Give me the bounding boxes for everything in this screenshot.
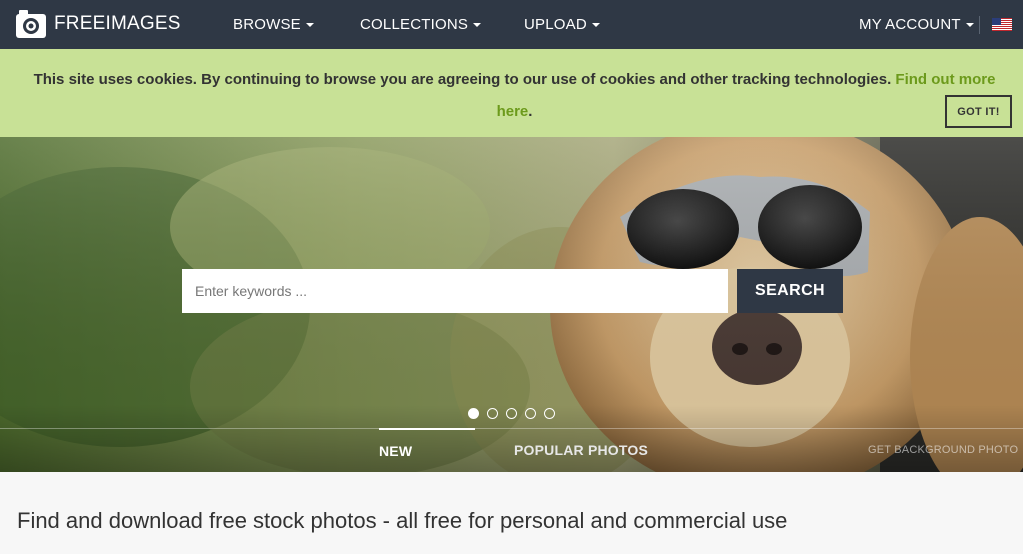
- page-tagline: Find and download free stock photos - al…: [17, 508, 788, 533]
- tab-new-photos[interactable]: NEW PHOTOS: [379, 428, 475, 472]
- nav-browse-label: BROWSE: [233, 16, 301, 33]
- us-flag-icon[interactable]: [992, 18, 1012, 31]
- nav-collections[interactable]: COLLECTIONS: [360, 0, 482, 49]
- caret-down-icon: [591, 23, 600, 28]
- got-it-button[interactable]: GOT IT!: [945, 95, 1012, 128]
- carousel-indicators: [468, 408, 555, 419]
- caret-down-icon: [965, 23, 974, 28]
- cookie-message: This site uses cookies. By continuing to…: [22, 64, 1007, 128]
- nav-upload[interactable]: UPLOAD: [524, 0, 600, 49]
- cookie-period: .: [528, 103, 533, 120]
- carousel-dot-4[interactable]: [525, 408, 536, 419]
- top-navbar: FREEIMAGES BROWSE COLLECTIONS UPLOAD MY …: [0, 0, 1023, 49]
- search-button[interactable]: SEARCH: [737, 269, 843, 313]
- hero-banner: SEARCH NEW PHOTOS POPULAR PHOTOS GET BAC…: [0, 137, 1023, 472]
- carousel-dot-1[interactable]: [468, 408, 479, 419]
- cookie-message-text: This site uses cookies. By continuing to…: [33, 71, 892, 88]
- caret-down-icon: [473, 23, 482, 28]
- carousel-dot-2[interactable]: [487, 408, 498, 419]
- search-input[interactable]: [182, 269, 728, 313]
- logo-text: FREEIMAGES: [54, 13, 181, 34]
- carousel-dot-5[interactable]: [544, 408, 555, 419]
- nav-my-account[interactable]: MY ACCOUNT: [859, 0, 974, 49]
- nav-my-account-label: MY ACCOUNT: [859, 16, 961, 33]
- cookie-banner: This site uses cookies. By continuing to…: [0, 49, 1023, 137]
- nav-collections-label: COLLECTIONS: [360, 16, 469, 33]
- carousel-dot-3[interactable]: [506, 408, 517, 419]
- nav-upload-label: UPLOAD: [524, 16, 587, 33]
- tab-popular-photos[interactable]: POPULAR PHOTOS: [514, 428, 648, 472]
- nav-browse[interactable]: BROWSE: [233, 0, 314, 49]
- tabs-divider: [0, 428, 1023, 429]
- camera-icon: [16, 10, 46, 38]
- nav-divider: [979, 16, 980, 34]
- site-logo[interactable]: FREEIMAGES: [16, 9, 181, 39]
- caret-down-icon: [305, 23, 314, 28]
- get-background-photo-link[interactable]: GET BACKGROUND PHOTO: [868, 444, 1018, 456]
